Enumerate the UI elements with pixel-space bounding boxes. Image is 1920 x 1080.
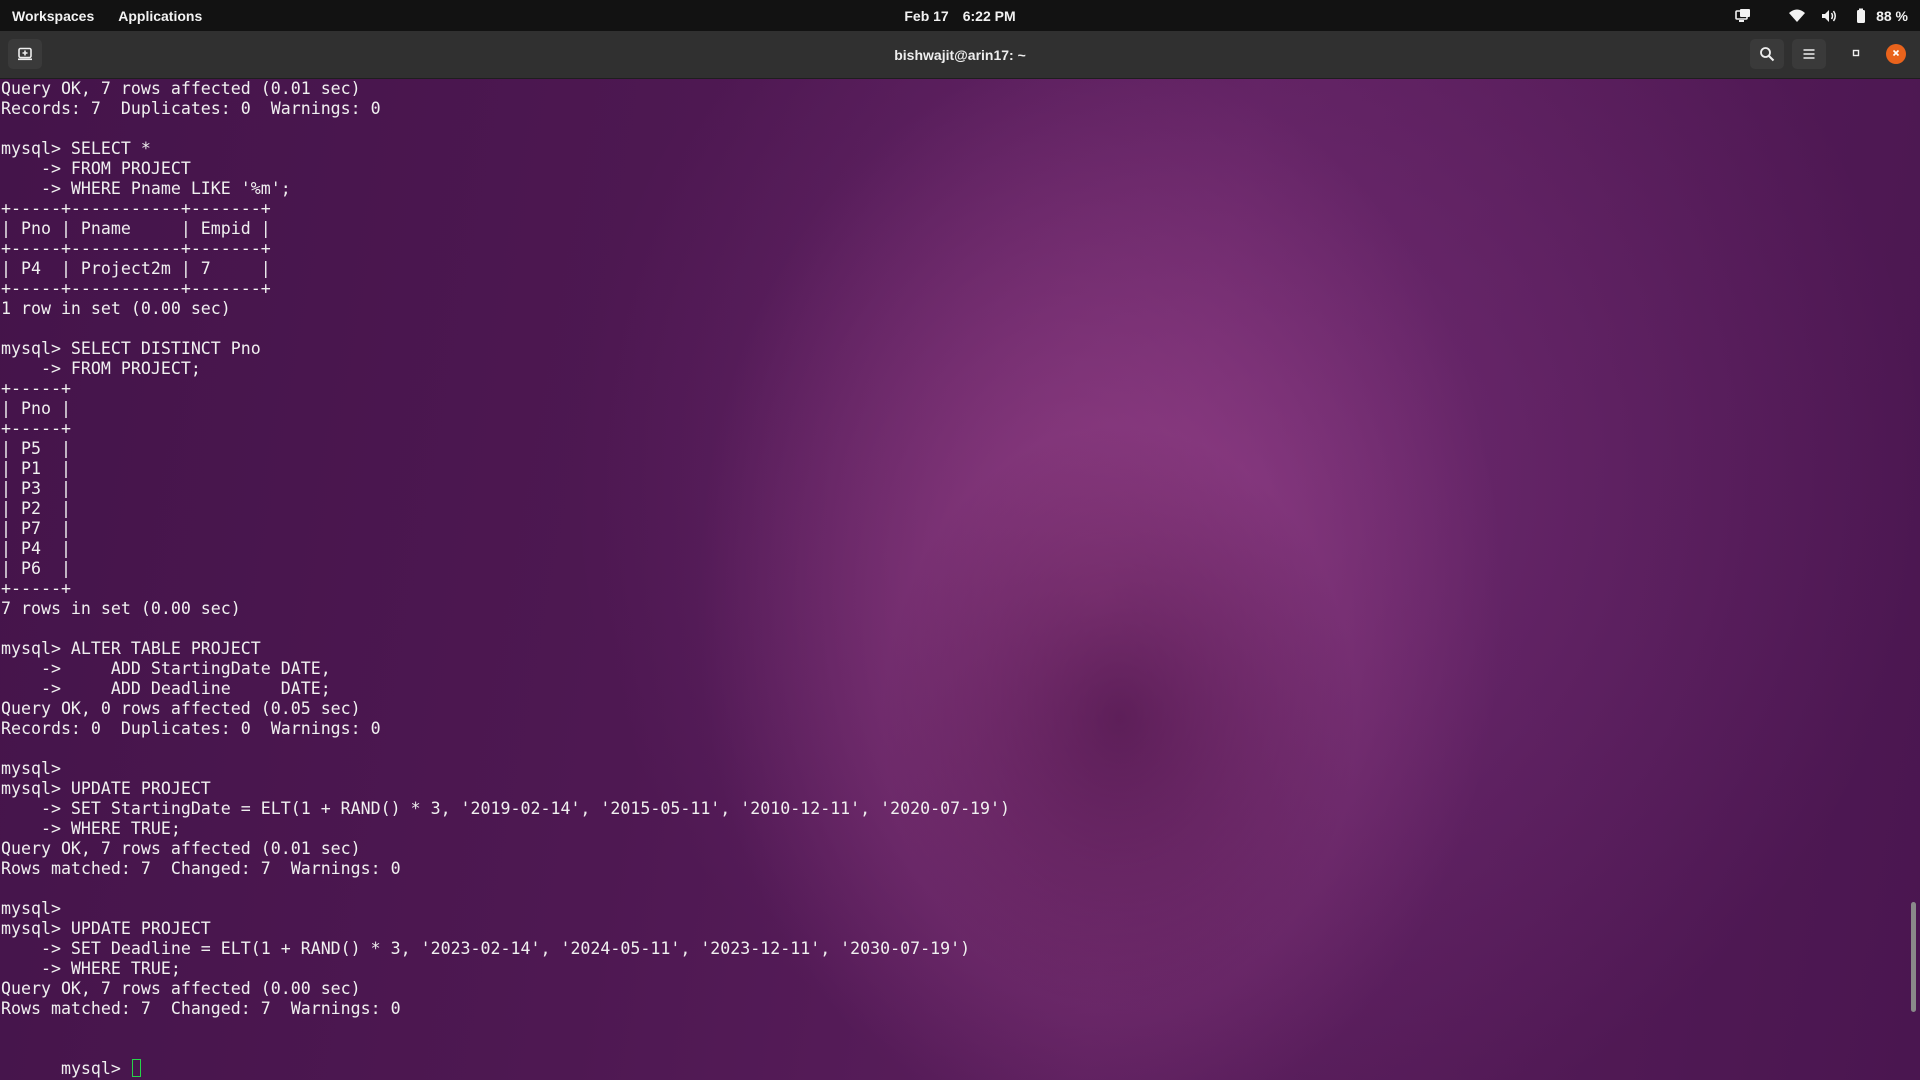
terminal-line: -> FROM PROJECT bbox=[1, 159, 191, 178]
terminal-line: | P5 | bbox=[1, 439, 71, 458]
terminal-line: Rows matched: 7 Changed: 7 Warnings: 0 bbox=[1, 859, 401, 878]
terminal-line: | P1 | bbox=[1, 459, 71, 478]
terminal-line: Query OK, 0 rows affected (0.05 sec) bbox=[1, 699, 361, 718]
minimize-icon bbox=[1851, 45, 1861, 63]
wifi-icon[interactable] bbox=[1788, 7, 1806, 25]
terminal-area[interactable]: Query OK, 7 rows affected (0.01 sec) Reco… bbox=[0, 79, 1920, 1080]
terminal-line: | Pno | Pname | Empid | bbox=[1, 219, 271, 238]
screen-share-icon[interactable] bbox=[1734, 7, 1752, 25]
terminal-prompt: mysql> bbox=[60, 1059, 131, 1078]
terminal-line: 7 rows in set (0.00 sec) bbox=[1, 599, 241, 618]
search-button[interactable] bbox=[1750, 39, 1784, 69]
terminal-line: -> ADD Deadline DATE; bbox=[1, 679, 331, 698]
new-tab-icon bbox=[17, 46, 33, 62]
terminal-line: Records: 7 Duplicates: 0 Warnings: 0 bbox=[1, 99, 381, 118]
clock-date: Feb 17 bbox=[904, 7, 949, 24]
terminal-line: | P2 | bbox=[1, 499, 71, 518]
terminal-line: mysql> bbox=[1, 759, 61, 778]
terminal-line: 1 row in set (0.00 sec) bbox=[1, 299, 231, 318]
window-title: bishwajit@arin17: ~ bbox=[894, 46, 1026, 63]
terminal-line: | Pno | bbox=[1, 399, 71, 418]
terminal-line: mysql> UPDATE PROJECT bbox=[1, 919, 211, 938]
terminal-line: Query OK, 7 rows affected (0.01 sec) bbox=[1, 839, 361, 858]
terminal-line: mysql> bbox=[1, 899, 61, 918]
battery-percentage: 88 % bbox=[1876, 7, 1908, 24]
terminal-output: Query OK, 7 rows affected (0.01 sec) Reco… bbox=[1, 79, 1010, 1039]
terminal-line: mysql> SELECT DISTINCT Pno bbox=[1, 339, 261, 358]
minimize-button[interactable] bbox=[1846, 44, 1866, 64]
applications-button[interactable]: Applications bbox=[118, 8, 202, 24]
menu-button[interactable] bbox=[1792, 39, 1826, 69]
clock-time: 6:22 PM bbox=[962, 7, 1016, 24]
terminal-line: -> SET Deadline = ELT(1 + RAND() * 3, '2… bbox=[1, 939, 971, 958]
header-bar: bishwajit@arin17: ~ bbox=[0, 31, 1920, 79]
terminal-line: -> WHERE TRUE; bbox=[1, 959, 181, 978]
terminal-window: bishwajit@arin17: ~ Query OK, 7 rows aff… bbox=[0, 31, 1920, 1080]
search-icon bbox=[1759, 46, 1775, 62]
scrollbar-thumb[interactable] bbox=[1911, 902, 1916, 1012]
new-tab-button[interactable] bbox=[8, 39, 42, 69]
terminal-line: +-----+-----------+-------+ bbox=[1, 239, 271, 258]
terminal-line: mysql> SELECT * bbox=[1, 139, 151, 158]
close-button[interactable] bbox=[1886, 44, 1906, 64]
terminal-line: +-----+-----------+-------+ bbox=[1, 199, 271, 218]
terminal-line: | P4 | bbox=[1, 539, 71, 558]
terminal-line: -> ADD StartingDate DATE, bbox=[1, 659, 331, 678]
terminal-line: | P7 | bbox=[1, 519, 71, 538]
volume-icon[interactable] bbox=[1820, 7, 1838, 25]
terminal-line: mysql> UPDATE PROJECT bbox=[1, 779, 211, 798]
terminal-line: +-----+-----------+-------+ bbox=[1, 279, 271, 298]
terminal-line: Records: 0 Duplicates: 0 Warnings: 0 bbox=[1, 719, 381, 738]
terminal-line: -> WHERE TRUE; bbox=[1, 819, 181, 838]
scrollbar[interactable] bbox=[1906, 79, 1920, 1080]
terminal-line: -> FROM PROJECT; bbox=[1, 359, 201, 378]
menu-icon bbox=[1801, 46, 1817, 62]
clock[interactable]: Feb 17 6:22 PM bbox=[0, 0, 1920, 31]
terminal-line: | P4 | Project2m | 7 | bbox=[1, 259, 271, 278]
terminal-line: Query OK, 7 rows affected (0.00 sec) bbox=[1, 979, 361, 998]
terminal-line: Rows matched: 7 Changed: 7 Warnings: 0 bbox=[1, 999, 401, 1018]
terminal-line: -> WHERE Pname LIKE '%m'; bbox=[1, 179, 291, 198]
terminal-line: +-----+ bbox=[1, 419, 71, 438]
battery-icon[interactable] bbox=[1852, 7, 1870, 25]
terminal-line: | P6 | bbox=[1, 559, 71, 578]
terminal-line: | P3 | bbox=[1, 479, 71, 498]
terminal-line: mysql> ALTER TABLE PROJECT bbox=[1, 639, 261, 658]
terminal-prompt-line[interactable]: mysql> bbox=[1, 1039, 141, 1080]
close-icon bbox=[1891, 45, 1901, 63]
terminal-line: Query OK, 7 rows affected (0.01 sec) bbox=[1, 79, 361, 98]
top-bar: Workspaces Applications Feb 17 6:22 PM 8… bbox=[0, 0, 1920, 31]
terminal-line: +-----+ bbox=[1, 579, 71, 598]
terminal-line: +-----+ bbox=[1, 379, 71, 398]
text-cursor bbox=[131, 1059, 141, 1077]
workspaces-button[interactable]: Workspaces bbox=[12, 8, 94, 24]
terminal-line: -> SET StartingDate = ELT(1 + RAND() * 3… bbox=[1, 799, 1011, 818]
